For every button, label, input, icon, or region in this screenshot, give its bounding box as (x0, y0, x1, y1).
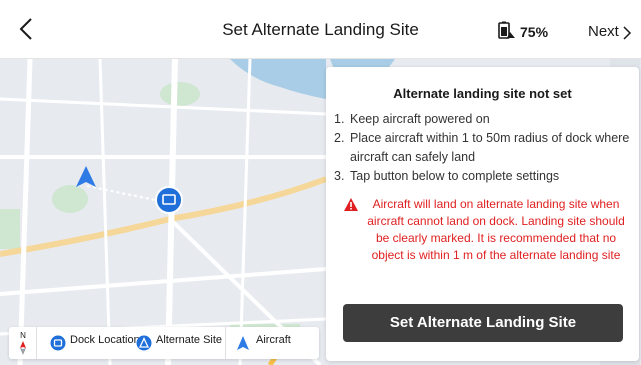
compass-label: N (20, 331, 26, 340)
step-number: 1. (334, 112, 345, 126)
legend-alternate-label: Alternate Site (156, 334, 223, 346)
legend-divider (36, 327, 37, 359)
compass-icon[interactable]: N (14, 329, 32, 357)
dock-marker-icon[interactable] (155, 186, 183, 214)
info-panel: Alternate landing site not set 1. Keep a… (326, 67, 639, 361)
warning-text: Aircraft will land on alternate landing … (367, 197, 625, 262)
list-item: 3. Tap button below to complete settings (334, 167, 634, 186)
top-bar: Set Alternate Landing Site 75% Next (0, 0, 641, 59)
battery-icon (498, 21, 515, 39)
chevron-right-icon[interactable] (622, 26, 632, 40)
legend-aircraft-label: Aircraft (256, 334, 291, 346)
legend-divider (225, 327, 226, 359)
battery-level: 75% (520, 24, 549, 40)
step-number: 3. (334, 169, 345, 183)
alternate-site-icon (136, 335, 152, 351)
list-item: 2. Place aircraft within 1 to 50m radius… (334, 129, 634, 167)
aircraft-icon (237, 336, 249, 350)
step-number: 2. (334, 131, 345, 145)
list-item: 1. Keep aircraft powered on (334, 110, 634, 129)
set-alternate-landing-site-button[interactable]: Set Alternate Landing Site (343, 304, 623, 342)
legend-dock-label: Dock Location (70, 334, 140, 346)
warning-icon (344, 198, 358, 211)
next-button[interactable]: Next (588, 23, 619, 40)
instruction-list: 1. Keep aircraft powered on 2. Place air… (334, 110, 634, 186)
dock-location-icon (50, 335, 66, 351)
map-legend: N Dock Location Alternate Site Aircraft (9, 327, 319, 359)
step-text: Place aircraft within 1 to 50m radius of… (350, 131, 630, 164)
panel-title: Alternate landing site not set (393, 86, 572, 101)
step-text: Keep aircraft powered on (350, 112, 490, 126)
step-text: Tap button below to complete settings (350, 169, 560, 183)
